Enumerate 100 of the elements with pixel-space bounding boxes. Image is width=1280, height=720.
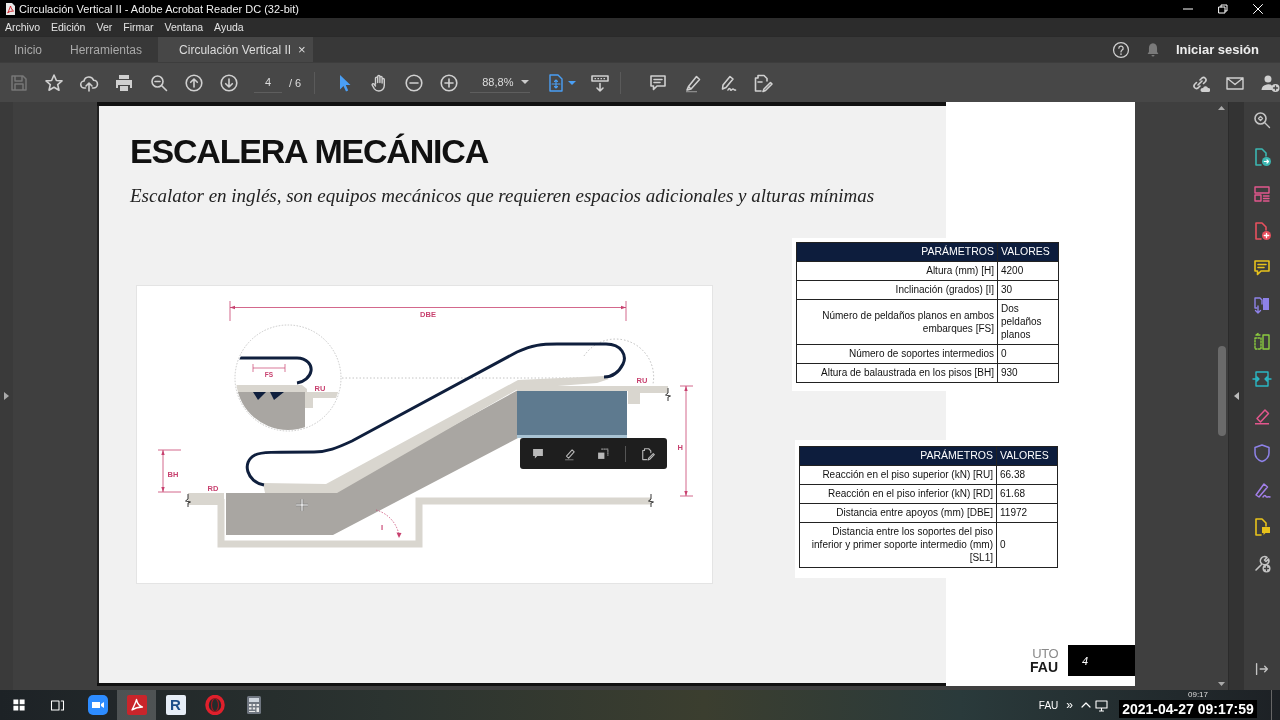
caret-icon[interactable]	[568, 80, 577, 85]
pen-icon[interactable]	[563, 446, 577, 461]
table-cell: Reacción en el piso inferior (kN) [RD]	[799, 484, 997, 504]
document-plus-icon[interactable]	[1252, 221, 1272, 241]
page-number-label: 4	[1068, 645, 1135, 676]
break-mark-icon	[648, 493, 654, 508]
tab[interactable]: Circulación Vertical II ×	[158, 37, 313, 62]
app-logo[interactable]: R	[165, 695, 186, 715]
table-cell: 11972	[996, 503, 1058, 523]
overflow-button[interactable]: »	[1066, 698, 1073, 712]
table-cell: Número de peldaños planos en ambos embarques [FS]	[796, 299, 998, 345]
floor-slab	[188, 493, 224, 505]
table-cell: Distancia entre los soportes del piso inferior y primer soporte intermedio (mm) [SL1]	[799, 522, 997, 568]
taskbar-button[interactable]	[117, 690, 156, 720]
scroll-mode-icon[interactable]	[590, 72, 611, 93]
table-header-cell: VALORES	[996, 446, 1058, 466]
plus-circle-icon[interactable]	[439, 72, 460, 93]
document-comment-icon[interactable]	[1252, 517, 1272, 537]
break-mark-icon	[185, 493, 191, 508]
sign-in-button[interactable]: Iniciar sesión	[1175, 42, 1259, 57]
table-cell: 0	[997, 344, 1059, 364]
tab[interactable]: Inicio	[0, 37, 56, 62]
scroll-up-icon[interactable]	[1218, 106, 1225, 110]
dotted-arc	[583, 338, 655, 385]
taskbar-button[interactable]: R	[156, 690, 195, 720]
highlighter-icon[interactable]	[1252, 406, 1272, 426]
scrollbar-thumb[interactable]	[1217, 346, 1226, 436]
menu-item[interactable]: Archivo	[5, 21, 40, 33]
ring-icon[interactable]	[204, 695, 225, 715]
table-header-cell: PARÁMETROS	[799, 446, 997, 466]
video-camera-icon[interactable]	[87, 695, 108, 715]
angle-arc	[375, 509, 402, 538]
dimension-line	[157, 449, 182, 493]
page-number-field[interactable]: 4	[254, 72, 282, 93]
caret-icon[interactable]	[521, 80, 530, 84]
arrow-up-circle-icon[interactable]	[184, 72, 204, 93]
dimension-line	[252, 363, 286, 373]
comment-icon[interactable]	[1252, 258, 1272, 278]
arrow-down-circle-icon[interactable]	[219, 72, 239, 93]
window-title: Circulación Vertical II - Adobe Acrobat Reader DC (32-bit)	[19, 3, 300, 15]
task-view-icon[interactable]	[50, 697, 65, 713]
start-icon[interactable]	[11, 698, 26, 712]
pen-icon[interactable]	[1252, 480, 1272, 500]
shield-icon[interactable]	[1252, 443, 1272, 463]
page-count: / 6	[289, 76, 302, 89]
table-cell: Reacción en el piso superior (kN) [RU]	[799, 465, 997, 485]
table-cell: 30	[997, 280, 1059, 300]
table-cell: Distancia entre apoyos (mm) [DBE]	[799, 503, 997, 523]
columns-icon[interactable]	[1252, 332, 1272, 352]
layout-icon[interactable]	[1252, 184, 1272, 204]
menu-item[interactable]: Ayuda	[214, 21, 244, 33]
table-cell: Altura de balaustrada en los pisos [BH]	[796, 363, 998, 383]
table-cell: 930	[997, 363, 1059, 383]
scroll-down-icon[interactable]	[1218, 682, 1225, 686]
video-timestamp: 2021-04-27 09:17:59	[1119, 700, 1257, 718]
table-cell: 0	[996, 522, 1058, 568]
zoom-out-icon[interactable]	[149, 72, 169, 93]
comment-icon[interactable]	[531, 446, 545, 461]
tab[interactable]: Herramientas	[56, 37, 157, 62]
pdf-document-icon	[5, 3, 15, 15]
table-header-cell: VALORES	[997, 242, 1059, 262]
expand-arrow-icon[interactable]	[4, 392, 9, 400]
table-cell: 61.68	[996, 484, 1058, 504]
clock-time: 09:17	[1188, 691, 1208, 699]
table-cell: Número de soportes intermedios	[796, 344, 998, 364]
restore-icon[interactable]	[1218, 4, 1228, 14]
menu-item[interactable]: Edición	[51, 21, 86, 33]
logo-text: FAU	[1030, 660, 1058, 674]
menu-item[interactable]: Firmar	[123, 21, 154, 33]
print-icon[interactable]	[114, 72, 134, 93]
zoom-dropdown[interactable]: 88,8%	[470, 72, 531, 93]
edit-document-icon[interactable]	[753, 72, 774, 93]
crosshair-cursor-icon	[296, 499, 308, 511]
table-cell: Inclinación (grados) [I]	[796, 280, 998, 300]
select-copy-icon[interactable]	[596, 446, 610, 461]
help-icon[interactable]	[1111, 40, 1130, 59]
pdf-icon[interactable]	[126, 695, 147, 715]
table-header-cell: PARÁMETROS	[796, 242, 998, 262]
logo-text: UTO	[1032, 647, 1058, 660]
monitor-icon[interactable]	[1095, 698, 1108, 712]
table-cell: 4200	[997, 261, 1059, 281]
edit-document-icon[interactable]	[641, 446, 655, 461]
star-icon[interactable]	[44, 72, 64, 93]
language-indicator[interactable]: FAU	[1038, 699, 1059, 711]
collapse-arrow-icon[interactable]	[1234, 392, 1239, 400]
close-button[interactable]: ×	[298, 42, 306, 57]
magnifier-icon[interactable]	[1252, 110, 1272, 130]
menu-item[interactable]: Ver	[96, 21, 113, 33]
close-icon[interactable]	[1253, 4, 1263, 14]
wrench-plus-icon[interactable]	[1252, 554, 1272, 574]
slide-title: ESCALERA MECÁNICA	[130, 133, 489, 170]
compress-icon[interactable]	[1252, 369, 1272, 389]
collapse-panel-icon[interactable]	[1253, 660, 1271, 678]
documents-arrow-icon[interactable]	[1252, 295, 1272, 315]
menu-item[interactable]: Ventana	[164, 21, 204, 33]
document-arrow-icon[interactable]	[1252, 147, 1272, 167]
table-cell: Altura (mm) [H]	[796, 261, 998, 281]
comment-icon[interactable]	[648, 72, 669, 93]
slide-subtitle: Escalator en inglés, son equipos mecánicos que requieren espacios adicionales y alturas mínimas	[130, 185, 875, 207]
minus-circle-icon[interactable]	[404, 72, 425, 93]
